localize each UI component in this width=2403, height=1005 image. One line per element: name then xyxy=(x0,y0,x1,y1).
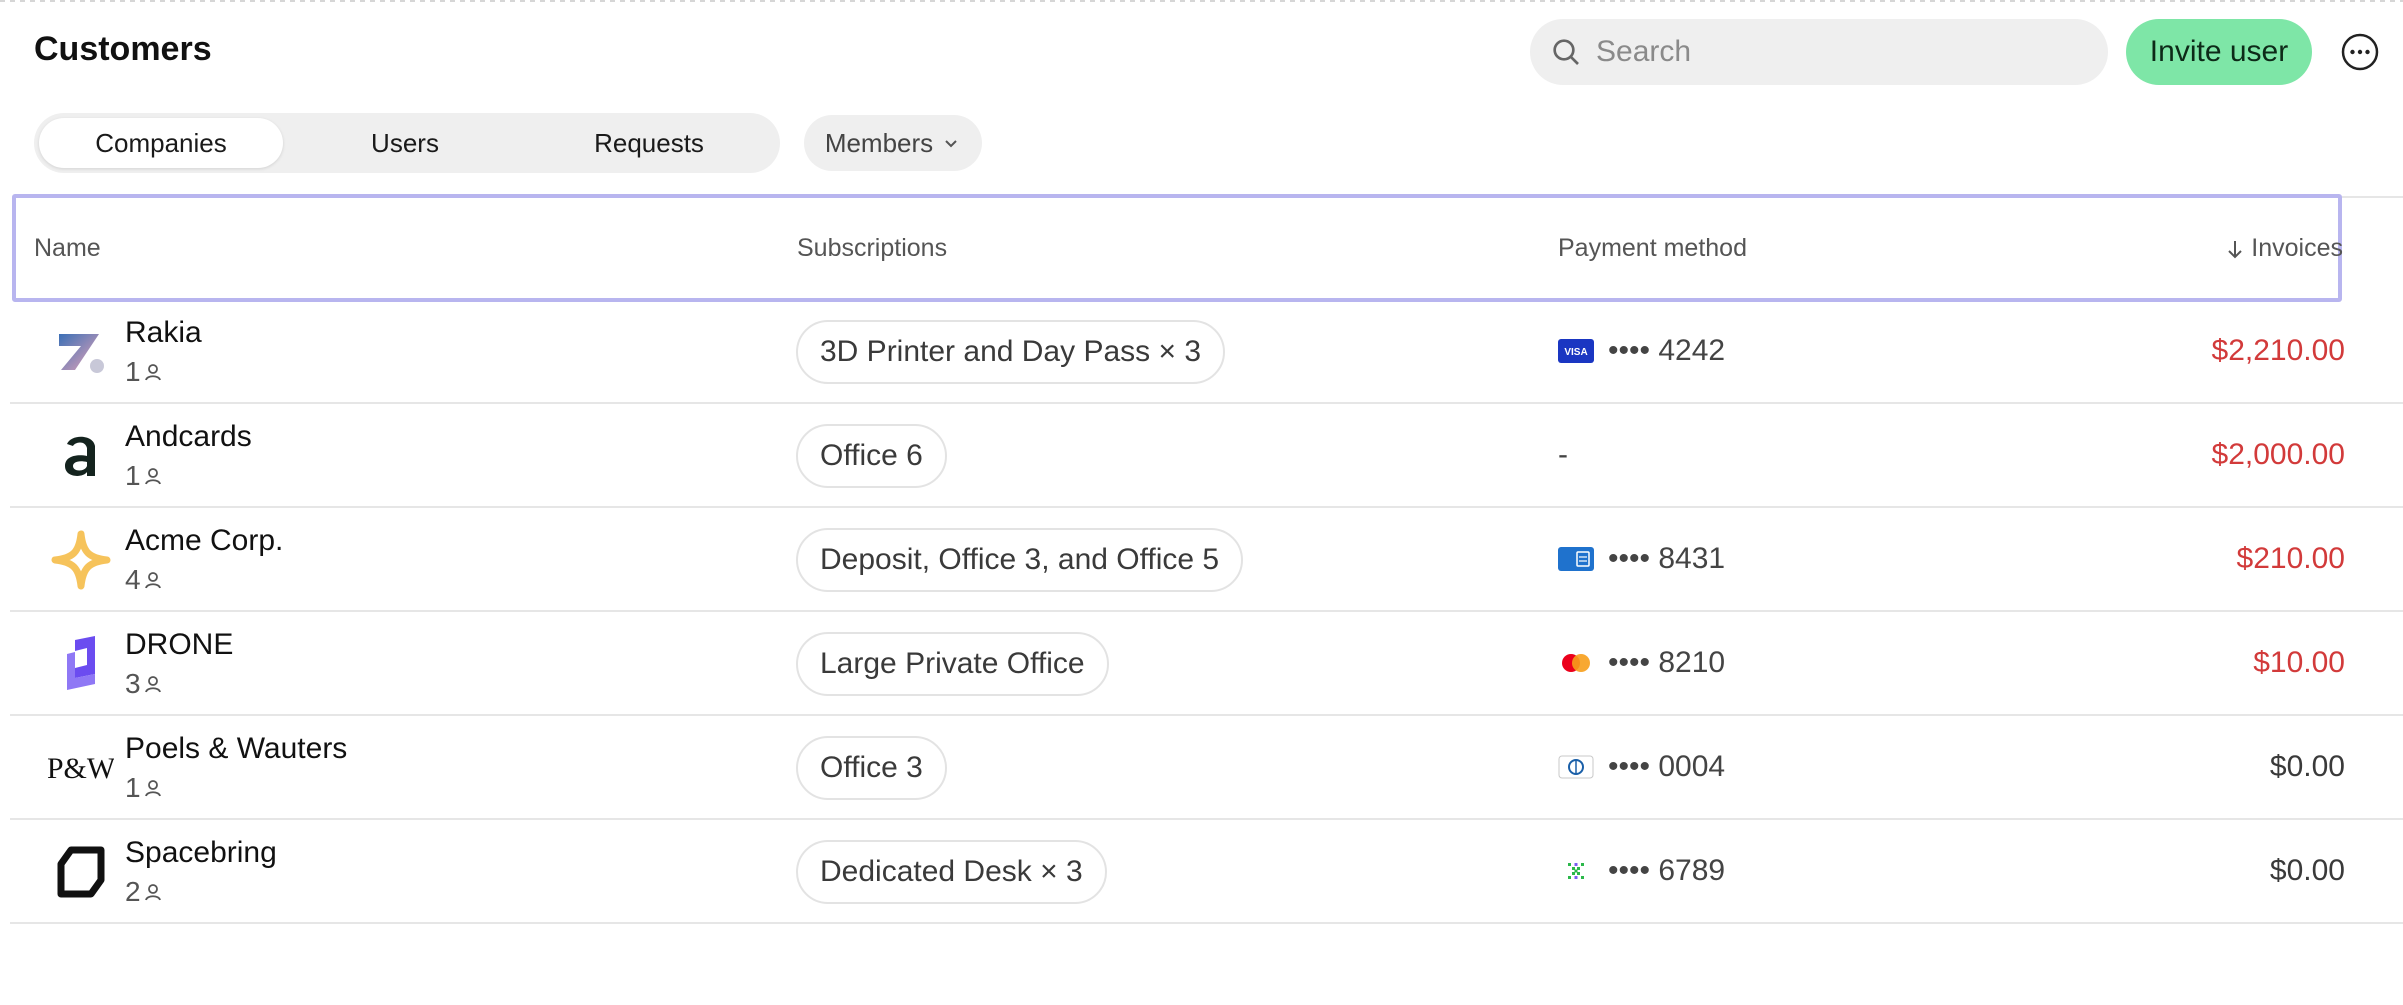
search-input[interactable] xyxy=(1594,34,2078,70)
tab-companies[interactable]: Companies xyxy=(39,118,283,168)
company-name[interactable]: Spacebring xyxy=(125,836,277,870)
company-logo-andcards xyxy=(44,419,118,493)
member-count-value: 1 xyxy=(125,772,141,803)
member-count-value: 4 xyxy=(125,564,141,595)
table-row[interactable]: Rakia 1 3D Printer and Day Pass × 3 VISA… xyxy=(10,300,2403,404)
divider xyxy=(2342,196,2403,198)
invoice-amount: $210.00 xyxy=(2236,542,2345,575)
bank-debit-icon xyxy=(1568,863,1584,879)
subscription-pill[interactable]: 3D Printer and Day Pass × 3 xyxy=(796,320,1226,384)
column-header-name[interactable]: Name xyxy=(34,234,101,263)
payment-method: •••• 6789 xyxy=(1558,854,1725,888)
column-header-payment-method[interactable]: Payment method xyxy=(1558,234,1747,263)
chevron-down-icon xyxy=(945,140,957,148)
view-tabs: Companies Users Requests xyxy=(34,113,780,173)
subscription-pill[interactable]: Large Private Office xyxy=(796,632,1109,696)
invoice-amount: $2,210.00 xyxy=(2211,334,2345,367)
payment-method: - xyxy=(1558,438,1568,472)
invite-user-button[interactable]: Invite user xyxy=(2126,19,2312,85)
invoice-amount: $10.00 xyxy=(2253,646,2345,679)
search-field[interactable] xyxy=(1530,19,2108,85)
member-count-value: 3 xyxy=(125,668,141,699)
tab-requests[interactable]: Requests xyxy=(527,118,771,168)
subscription-pill[interactable]: Dedicated Desk × 3 xyxy=(796,840,1107,904)
diners-card-icon xyxy=(1558,755,1594,779)
company-name[interactable]: Rakia xyxy=(125,316,202,350)
invoice-amount: $0.00 xyxy=(2269,854,2345,887)
sort-descending-icon xyxy=(2228,240,2242,258)
company-logo-pw: P&W xyxy=(44,731,118,805)
column-header-invoices[interactable]: Invoices xyxy=(2225,234,2343,263)
person-icon xyxy=(144,780,161,797)
column-header-invoices-label: Invoices xyxy=(2251,234,2343,262)
svg-text:P&W: P&W xyxy=(48,752,114,785)
amex-card-icon xyxy=(1558,547,1594,571)
subscription-pill[interactable]: Office 3 xyxy=(796,736,947,800)
column-header-subscriptions[interactable]: Subscriptions xyxy=(797,234,947,263)
table-row[interactable]: P&W Poels & Wauters 1 Office 3 •••• 0004… xyxy=(10,716,2403,820)
svg-text:VISA: VISA xyxy=(1564,347,1587,358)
company-name[interactable]: Acme Corp. xyxy=(125,524,283,558)
company-logo-rakia xyxy=(44,315,118,389)
payment-last4: - xyxy=(1558,438,1568,471)
member-count: 1 xyxy=(125,772,163,804)
member-count: 1 xyxy=(125,460,163,492)
company-name[interactable]: DRONE xyxy=(125,628,233,662)
payment-method: •••• 8210 xyxy=(1558,646,1725,680)
payment-last4: •••• 8431 xyxy=(1608,542,1726,575)
visa-card-icon: VISA xyxy=(1558,339,1594,363)
member-count: 3 xyxy=(125,668,163,700)
person-icon xyxy=(144,468,161,485)
table-row[interactable]: DRONE 3 Large Private Office •••• 8210 $… xyxy=(10,612,2403,716)
subscription-pill[interactable]: Office 6 xyxy=(796,424,947,488)
search-icon xyxy=(1553,39,1579,65)
payment-method: VISA •••• 4242 xyxy=(1558,334,1725,368)
table-header xyxy=(12,194,2342,302)
member-count: 1 xyxy=(125,356,163,388)
payment-last4: •••• 6789 xyxy=(1608,854,1726,887)
member-count-value: 1 xyxy=(125,356,141,387)
top-dashed-border xyxy=(0,0,2403,2)
invoice-amount: $2,000.00 xyxy=(2211,438,2345,471)
member-count: 4 xyxy=(125,564,163,596)
person-icon xyxy=(144,572,161,589)
person-icon xyxy=(144,884,161,901)
subscription-pill[interactable]: Deposit, Office 3, and Office 5 xyxy=(796,528,1244,592)
invoice-amount: $0.00 xyxy=(2269,750,2345,783)
person-icon xyxy=(144,364,161,381)
company-name[interactable]: Andcards xyxy=(125,420,252,454)
tab-users[interactable]: Users xyxy=(283,118,527,168)
members-filter-dropdown[interactable]: Members xyxy=(804,115,982,171)
table-row[interactable]: Andcards 1 Office 6 - $2,000.00 xyxy=(10,404,2403,508)
company-logo-acme xyxy=(44,523,118,597)
payment-method: •••• 8431 xyxy=(1558,542,1725,576)
member-count-value: 2 xyxy=(125,876,141,907)
members-filter-label: Members xyxy=(824,127,934,158)
table-row[interactable]: Acme Corp. 4 Deposit, Office 3, and Offi… xyxy=(10,508,2403,612)
person-icon xyxy=(144,676,161,693)
member-count-value: 1 xyxy=(125,460,141,491)
more-options-icon[interactable] xyxy=(2340,32,2380,72)
payment-last4: •••• 4242 xyxy=(1608,334,1726,367)
company-logo-drone xyxy=(44,627,118,701)
member-count: 2 xyxy=(125,876,163,908)
company-name[interactable]: Poels & Wauters xyxy=(125,732,347,766)
page-title: Customers xyxy=(34,30,212,68)
payment-last4: •••• 8210 xyxy=(1608,646,1726,679)
company-logo-spacebring xyxy=(44,835,118,909)
payment-last4: •••• 0004 xyxy=(1608,750,1726,783)
payment-method: •••• 0004 xyxy=(1558,750,1725,784)
table-row[interactable]: Spacebring 2 Dedicated Desk × 3 •••• 678… xyxy=(10,820,2403,924)
mastercard-icon xyxy=(1562,654,1590,672)
